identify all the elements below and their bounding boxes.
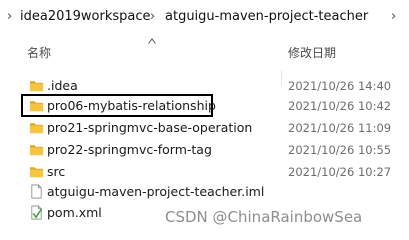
chevron-right-icon[interactable]: › [150, 9, 155, 25]
file-date: 2021/10/26 10:55 [288, 143, 392, 157]
file-name: pro21-springmvc-base-operation [47, 120, 253, 135]
list-item[interactable]: atguigu-maven-project-teacher.iml [0, 181, 409, 203]
chevron-right-icon[interactable]: › [391, 9, 396, 25]
chevron-right-icon: › [7, 9, 13, 24]
file-date: 2021/10/26 10:27 [288, 165, 392, 179]
file-icon [31, 184, 42, 199]
file-date: 2021/10/26 14:40 [288, 79, 392, 93]
file-name: atguigu-maven-project-teacher.iml [47, 184, 265, 199]
folder-icon [29, 145, 44, 156]
highlight-box [21, 94, 213, 117]
breadcrumb: › idea2019workspace › atguigu-maven-proj… [0, 0, 409, 36]
file-date: 2021/10/26 10:42 [288, 99, 392, 113]
file-name: pro22-springmvc-form-tag [47, 142, 212, 157]
list-item[interactable]: pro21-springmvc-base-operation 2021/10/2… [0, 117, 409, 139]
folder-icon [29, 123, 44, 134]
folder-icon [29, 167, 44, 178]
breadcrumb-item-project[interactable]: atguigu-maven-project-teacher [165, 8, 368, 26]
file-date: 2021/10/26 11:09 [288, 121, 392, 135]
xml-file-icon [31, 205, 43, 220]
column-header-date[interactable]: 修改日期 [288, 44, 336, 61]
file-name: pom.xml [47, 205, 102, 220]
folder-icon [29, 81, 44, 92]
breadcrumb-item-workspace[interactable]: idea2019workspace [20, 8, 151, 26]
list-item[interactable]: src 2021/10/26 10:27 [0, 161, 409, 183]
file-name: .idea [47, 78, 78, 93]
sort-ascending-icon [148, 38, 156, 44]
column-header-row: 名称 修改日期 [0, 36, 409, 86]
column-header-name[interactable]: 名称 [27, 44, 51, 61]
watermark: CSDN @ChinaRainbowSea [165, 208, 363, 226]
list-item[interactable]: pro22-springmvc-form-tag 2021/10/26 10:5… [0, 139, 409, 161]
file-name: src [47, 164, 66, 179]
